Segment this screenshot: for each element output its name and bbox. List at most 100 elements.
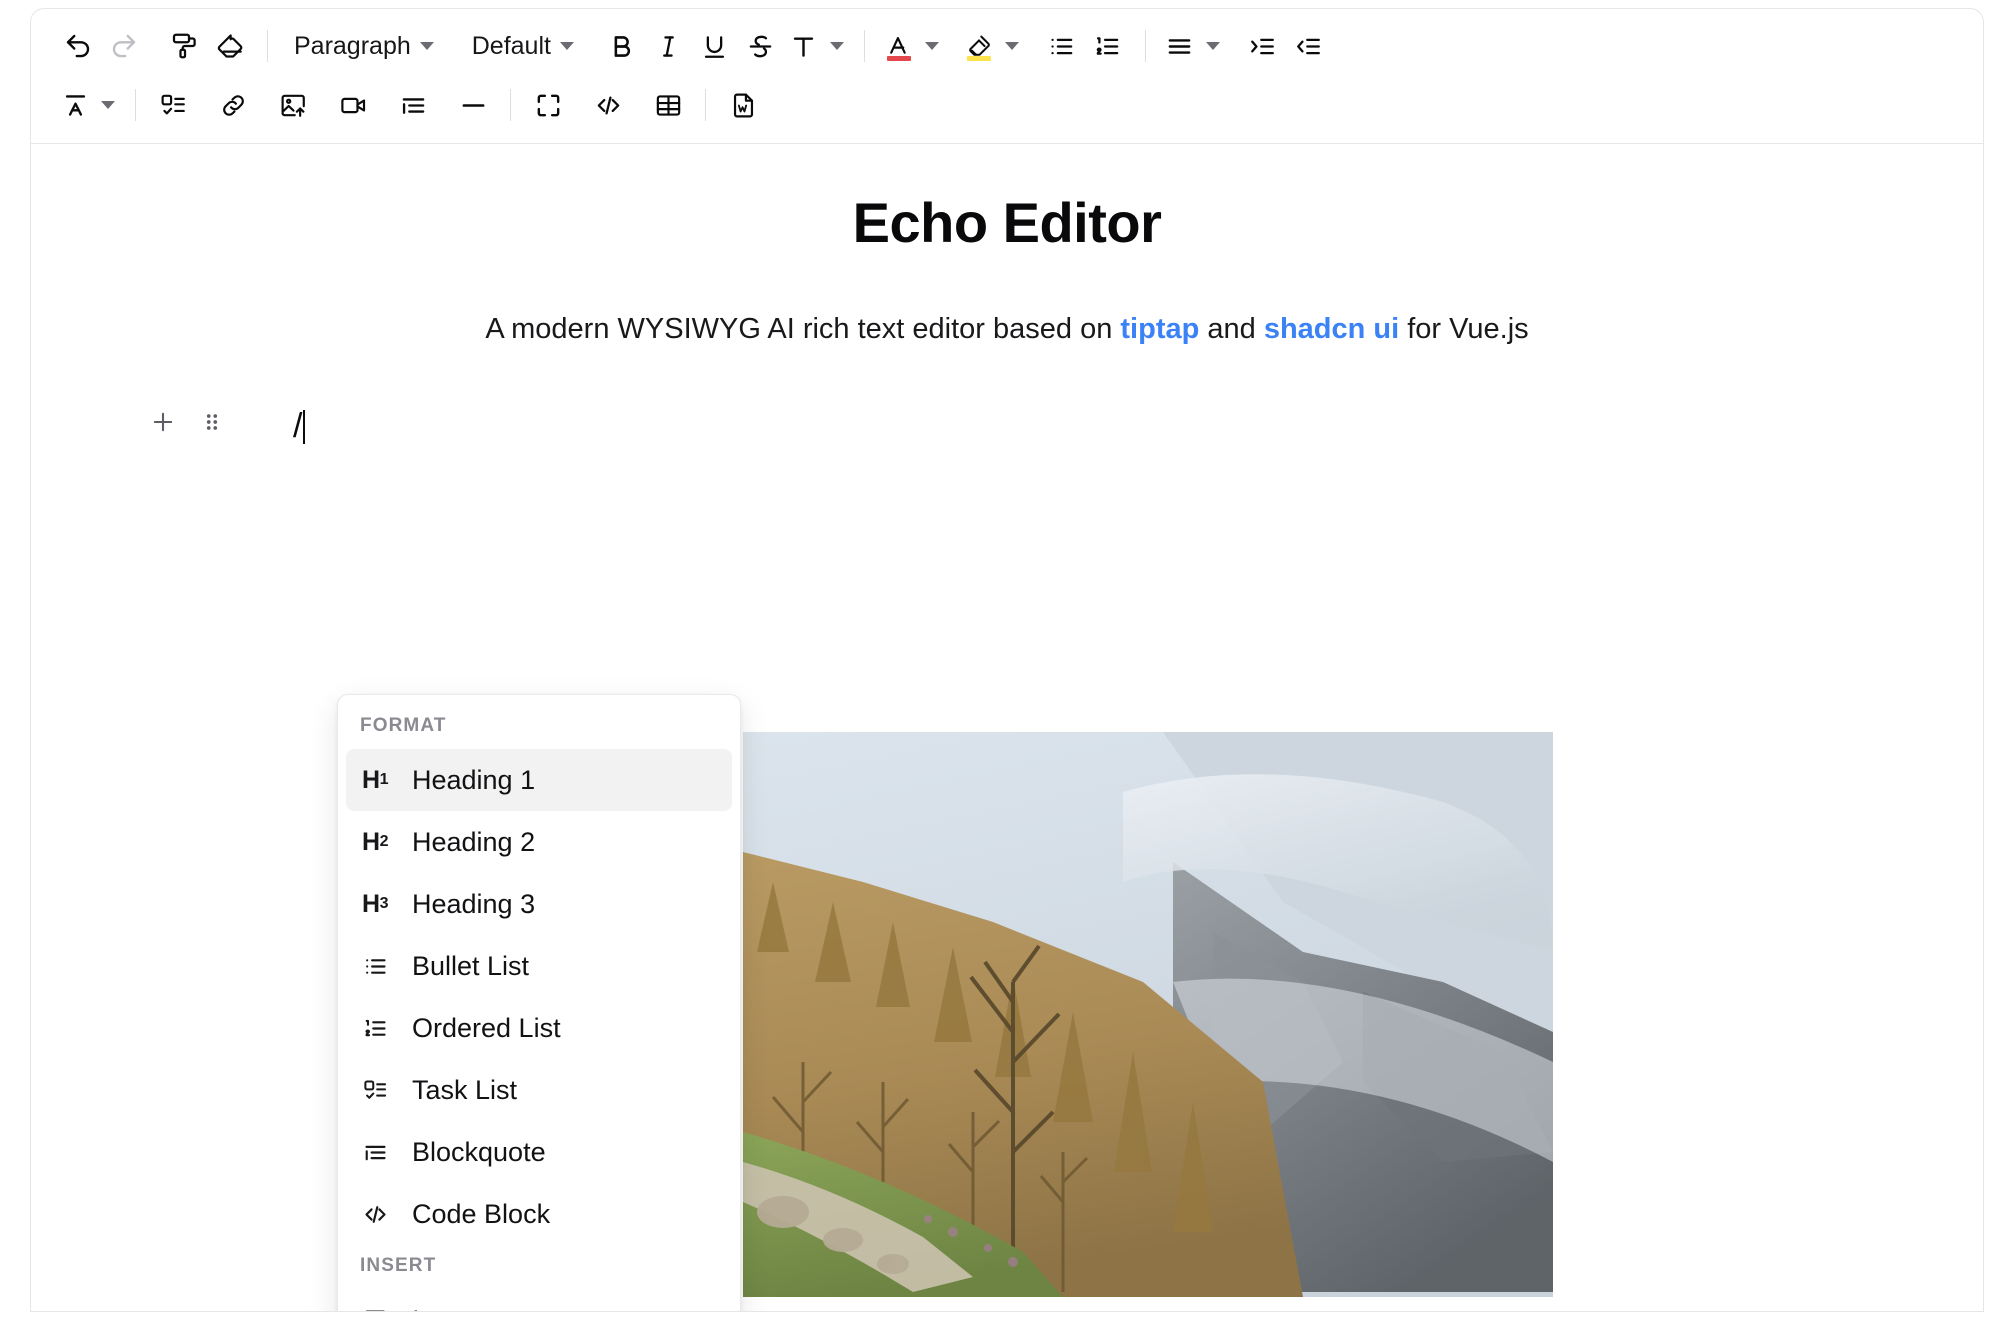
redo-icon: [109, 31, 139, 61]
import-word-button[interactable]: [720, 82, 766, 128]
slash-command-menu[interactable]: FORMAT H1 Heading 1 H2 Heading 2 H3 Head…: [337, 694, 741, 1311]
text-align-dropdown[interactable]: [1200, 24, 1226, 68]
image-button[interactable]: [270, 82, 316, 128]
menu-item-label: Code Block: [412, 1198, 551, 1229]
add-block-button[interactable]: [145, 404, 181, 440]
strikethrough-button[interactable]: [738, 23, 784, 69]
format-painter-button[interactable]: [161, 23, 207, 69]
inserted-image[interactable]: [743, 732, 1553, 1297]
italic-icon: [654, 32, 683, 61]
italic-button[interactable]: [646, 23, 692, 69]
toolbar-separator: [510, 89, 511, 121]
indent-decrease-button[interactable]: [1286, 23, 1332, 69]
horizontal-rule-button[interactable]: [450, 82, 496, 128]
text-align-button[interactable]: [1160, 23, 1200, 69]
link-icon: [219, 91, 248, 120]
undo-button[interactable]: [55, 23, 101, 69]
heading-3-icon: H3: [362, 889, 388, 918]
chevron-down-icon: [101, 101, 115, 109]
chevron-down-icon: [1205, 42, 1220, 50]
chevron-down-icon: [1004, 42, 1019, 50]
toolbar-separator: [135, 89, 136, 121]
font-color-split-button[interactable]: [879, 23, 945, 69]
mountain-forest-photo: [743, 732, 1553, 1297]
ordered-list-button[interactable]: [1085, 23, 1131, 69]
text-t-icon: [789, 32, 818, 61]
fullscreen-icon: [534, 91, 563, 120]
fullscreen-button[interactable]: [525, 82, 571, 128]
editor-toolbar: Paragraph Default: [31, 9, 1983, 144]
highlight-color-split-button[interactable]: [959, 23, 1025, 69]
video-button[interactable]: [330, 82, 376, 128]
toolbar-separator: [1144, 30, 1146, 62]
line-height-split-button[interactable]: [55, 82, 121, 128]
menu-item-bullet-list[interactable]: Bullet List: [346, 935, 732, 997]
editor-window: Paragraph Default Echo Editor A modern W…: [30, 8, 1984, 1312]
undo-icon: [63, 31, 93, 61]
menu-group-label-format: FORMAT: [360, 715, 447, 736]
text-options-dropdown[interactable]: [824, 24, 850, 68]
toolbar-row-secondary: [55, 77, 1959, 133]
menu-item-heading-3[interactable]: H3 Heading 3: [346, 873, 732, 935]
task-list-button[interactable]: [150, 82, 196, 128]
chevron-down-icon: [419, 42, 434, 50]
bold-button[interactable]: [600, 23, 646, 69]
text-options-split-button[interactable]: [784, 23, 850, 69]
bullet-list-icon: [1047, 32, 1076, 61]
text-options-button[interactable]: [784, 23, 824, 69]
word-file-icon: [729, 91, 758, 120]
blockquote-icon: [399, 91, 428, 120]
plus-icon: [149, 408, 177, 436]
paint-roller-icon: [169, 31, 199, 61]
menu-item-label: Ordered List: [412, 1012, 561, 1043]
menu-item-code-block[interactable]: Code Block: [346, 1183, 732, 1245]
chevron-down-icon: [829, 42, 844, 50]
clear-format-button[interactable]: [207, 23, 253, 69]
editor-line-content[interactable]: /: [293, 398, 306, 454]
video-icon: [339, 91, 368, 120]
task-list-icon: [159, 91, 188, 120]
drag-handle-button[interactable]: [194, 404, 230, 440]
ordered-list-icon: [1093, 32, 1122, 61]
code-icon: [360, 1199, 390, 1229]
highlight-color-dropdown[interactable]: [999, 24, 1025, 68]
font-color-button[interactable]: [879, 23, 919, 69]
heading-1-icon: H1: [362, 765, 388, 794]
text-align-split-button[interactable]: [1160, 23, 1226, 69]
table-button[interactable]: [645, 82, 691, 128]
bullet-list-button[interactable]: [1039, 23, 1085, 69]
line-height-button[interactable]: [55, 82, 95, 128]
toolbar-row-primary: Paragraph Default: [55, 15, 1959, 77]
document-canvas[interactable]: Echo Editor A modern WYSIWYG AI rich tex…: [31, 144, 1983, 1311]
font-family-select[interactable]: Default: [460, 24, 586, 68]
subtitle-part-3: for Vue.js: [1399, 313, 1529, 345]
tiptap-link[interactable]: tiptap: [1120, 313, 1199, 345]
menu-item-task-list[interactable]: Task List: [346, 1059, 732, 1121]
menu-item-heading-1[interactable]: H1 Heading 1: [346, 749, 732, 811]
menu-item-ordered-list[interactable]: Ordered List: [346, 997, 732, 1059]
underline-button[interactable]: [692, 23, 738, 69]
toolbar-separator: [267, 30, 268, 62]
paragraph-style-value: Paragraph: [294, 31, 411, 60]
redo-button[interactable]: [101, 23, 147, 69]
font-color-dropdown[interactable]: [919, 24, 945, 68]
table-icon: [654, 91, 683, 120]
menu-item-heading-2[interactable]: H2 Heading 2: [346, 811, 732, 873]
blockquote-button[interactable]: [390, 82, 436, 128]
paragraph-style-select[interactable]: Paragraph: [282, 24, 446, 68]
indent-increase-button[interactable]: [1240, 23, 1286, 69]
link-button[interactable]: [210, 82, 256, 128]
code-icon: [594, 91, 623, 120]
menu-item-image[interactable]: Image: [346, 1289, 732, 1311]
menu-item-blockquote[interactable]: Blockquote: [346, 1121, 732, 1183]
subtitle-part-1: A modern WYSIWYG AI rich text editor bas…: [485, 313, 1121, 345]
indent-decrease-icon: [1294, 32, 1323, 61]
shadcn-ui-link[interactable]: shadcn ui: [1264, 313, 1399, 345]
highlight-color-button[interactable]: [959, 23, 999, 69]
menu-item-label: Task List: [412, 1074, 518, 1105]
menu-item-label: Bullet List: [412, 950, 530, 981]
line-height-dropdown[interactable]: [95, 83, 121, 127]
underline-icon: [700, 32, 729, 61]
code-block-button[interactable]: [585, 82, 631, 128]
toolbar-separator: [863, 30, 865, 62]
